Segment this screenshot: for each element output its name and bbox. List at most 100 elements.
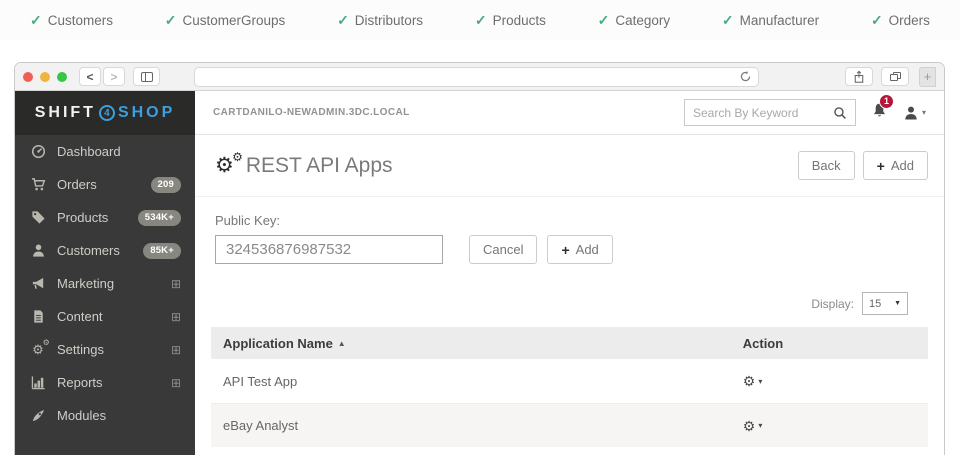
check-icon: ✓ — [165, 12, 177, 29]
table-header-row: Application Name ▲ Action — [211, 327, 928, 359]
back-nav-button[interactable]: < — [79, 67, 101, 86]
forward-nav-button[interactable]: > — [103, 67, 125, 86]
admin-sidebar: SHIFT4SHOP Dashboard Orders 209 Prod — [15, 91, 195, 455]
validation-strip: ✓Customers ✓CustomerGroups ✓Distributors… — [0, 0, 960, 40]
user-icon — [29, 243, 47, 258]
public-key-label: Public Key: — [215, 213, 924, 228]
zoom-window-button[interactable] — [57, 72, 67, 82]
sort-asc-icon: ▲ — [338, 339, 346, 348]
sidebar-item-label: Content — [57, 309, 103, 324]
admin-header: CARTDANILO-NEWADMIN.3DC.LOCAL — [195, 91, 944, 135]
bar-chart-icon — [29, 375, 47, 390]
sidebar-item-label: Customers — [57, 243, 120, 258]
expand-icon[interactable]: ⊞ — [171, 311, 181, 323]
minimize-window-button[interactable] — [40, 72, 50, 82]
new-tab-button[interactable]: + — [919, 67, 936, 87]
traffic-lights — [23, 72, 67, 82]
plus-icon: + — [924, 69, 932, 84]
notification-count-badge: 1 — [879, 94, 894, 109]
plus-icon: + — [561, 242, 569, 258]
column-header-application-name[interactable]: Application Name ▲ — [223, 336, 743, 351]
add-app-button[interactable]: +Add — [863, 151, 928, 180]
cancel-button[interactable]: Cancel — [469, 235, 537, 264]
dashboard-icon — [29, 144, 47, 159]
logo-part-shop: SHOP — [118, 104, 175, 122]
sidebar-item-settings[interactable]: ⚙⚙ Settings ⊞ — [15, 333, 195, 366]
expand-icon[interactable]: ⊞ — [171, 344, 181, 356]
page-title: REST API Apps — [246, 154, 393, 178]
column-header-action: Action — [743, 336, 916, 351]
gears-icon: ⚙⚙ — [29, 343, 47, 356]
apps-table: Application Name ▲ Action API Test App ⚙… — [211, 327, 928, 447]
keyword-search-box[interactable] — [684, 99, 856, 126]
sidebar-item-label: Orders — [57, 177, 97, 192]
page-size-value: 15 — [869, 298, 881, 310]
shift4shop-logo[interactable]: SHIFT4SHOP — [15, 91, 195, 135]
sidebar-toggle-button[interactable] — [133, 67, 160, 86]
tabs-icon — [890, 72, 901, 81]
sidebar-item-marketing[interactable]: Marketing ⊞ — [15, 267, 195, 300]
search-input[interactable] — [693, 106, 833, 120]
orders-count-badge: 209 — [151, 177, 181, 193]
app-name: API Test App — [223, 374, 297, 389]
sidebar-item-label: Modules — [57, 408, 106, 423]
gear-icon: ⚙ — [743, 374, 756, 388]
strip-item-label: Products — [493, 13, 546, 28]
search-icon[interactable] — [833, 106, 847, 120]
browser-toolbar: < > + — [15, 63, 944, 91]
sidebar-item-reports[interactable]: Reports ⊞ — [15, 366, 195, 399]
logo-4-icon: 4 — [99, 105, 115, 121]
sidebar-item-label: Dashboard — [57, 144, 121, 159]
sidebar-item-dashboard[interactable]: Dashboard — [15, 135, 195, 168]
page-title-bar: ⚙⚙ REST API Apps Back +Add — [195, 135, 944, 197]
expand-icon[interactable]: ⊞ — [171, 377, 181, 389]
main-content: CARTDANILO-NEWADMIN.3DC.LOCAL — [195, 91, 944, 455]
sidebar-item-label: Products — [57, 210, 108, 225]
chevron-down-icon: ▾ — [922, 108, 926, 117]
strip-item-label: Category — [615, 13, 670, 28]
check-icon: ✓ — [598, 12, 610, 29]
tab-overview-button[interactable] — [881, 67, 909, 86]
sidebar-item-label: Settings — [57, 342, 104, 357]
strip-item-distributors: ✓Distributors — [337, 12, 423, 29]
strip-item-label: Manufacturer — [740, 13, 820, 28]
table-row: API Test App ⚙ ▾ — [211, 359, 928, 403]
app-name: eBay Analyst — [223, 418, 298, 433]
sidebar-item-label: Reports — [57, 375, 103, 390]
cart-icon — [29, 177, 47, 192]
share-button[interactable] — [845, 67, 873, 86]
check-icon: ✓ — [337, 12, 349, 29]
check-icon: ✓ — [722, 12, 734, 29]
public-key-form: Public Key: Cancel +Add — [195, 197, 944, 264]
user-avatar-icon — [903, 105, 919, 121]
sidebar-item-orders[interactable]: Orders 209 — [15, 168, 195, 201]
table-row: eBay Analyst ⚙ ▾ — [211, 403, 928, 447]
close-window-button[interactable] — [23, 72, 33, 82]
page-size-select[interactable]: 15 ▼ — [862, 292, 908, 315]
reload-icon[interactable] — [739, 70, 752, 83]
check-icon: ✓ — [475, 12, 487, 29]
row-actions-button[interactable]: ⚙ ▾ — [743, 419, 916, 433]
address-bar[interactable] — [194, 67, 759, 87]
strip-item-label: Orders — [889, 13, 930, 28]
account-menu-button[interactable]: ▾ — [903, 105, 926, 121]
back-chevron-icon: < — [86, 70, 93, 84]
back-button[interactable]: Back — [798, 151, 855, 180]
sidebar-item-products[interactable]: Products 534K+ — [15, 201, 195, 234]
store-domain-label: CARTDANILO-NEWADMIN.3DC.LOCAL — [213, 107, 410, 118]
sidebar-item-customers[interactable]: Customers 85K+ — [15, 234, 195, 267]
display-control: Display: 15 ▼ — [195, 292, 944, 315]
notifications-button[interactable]: 1 — [871, 102, 888, 124]
strip-item-manufacturer: ✓ Manufacturer — [722, 12, 819, 29]
sidebar-item-modules[interactable]: Modules — [15, 399, 195, 432]
sidebar-item-content[interactable]: Content ⊞ — [15, 300, 195, 333]
expand-icon[interactable]: ⊞ — [171, 278, 181, 290]
display-label: Display: — [811, 297, 854, 311]
strip-item-orders: ✓Orders — [871, 12, 930, 29]
forward-chevron-icon: > — [110, 70, 117, 84]
rest-api-gears-icon: ⚙⚙ — [215, 155, 234, 176]
row-actions-button[interactable]: ⚙ ▾ — [743, 374, 916, 388]
customers-count-badge: 85K+ — [143, 243, 181, 259]
confirm-add-button[interactable]: +Add — [547, 235, 612, 264]
public-key-input[interactable] — [215, 235, 443, 264]
